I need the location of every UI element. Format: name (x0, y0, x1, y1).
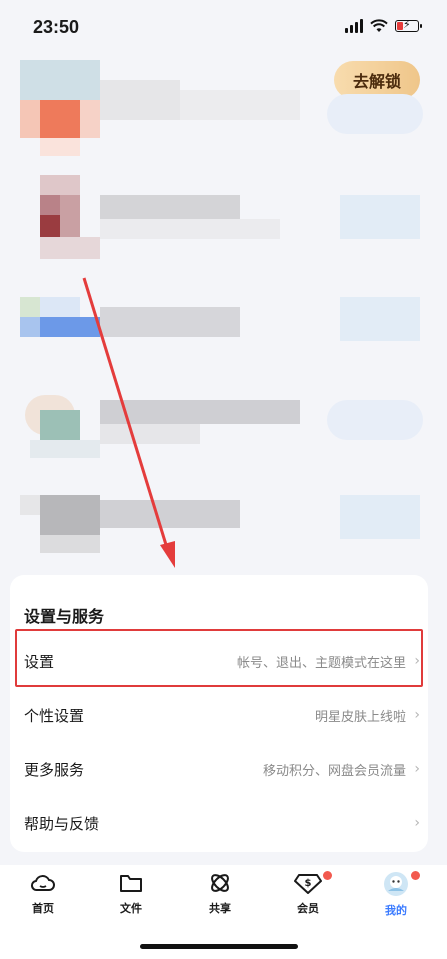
chevron-right-icon: › (414, 815, 420, 831)
menu-desc: 明星皮肤上线啦 (314, 709, 406, 725)
tab-label: 我的 (385, 904, 407, 917)
tab-label: 会员 (297, 902, 319, 915)
more-services-row[interactable]: 更多服务 移动积分、网盘会员流量 › (10, 743, 428, 795)
personalization-row[interactable]: 个性设置 明星皮肤上线啦 › (10, 689, 428, 741)
section-title: 设置与服务 (24, 607, 105, 626)
settings-services-card: 设置与服务 设置 帐号、退出、主题模式在这里 › 个性设置 明星皮肤上线啦 › … (10, 575, 428, 852)
share-icon (211, 874, 229, 892)
menu-label: 更多服务 (24, 760, 85, 779)
tab-home[interactable]: 首页 (13, 871, 73, 916)
vip-diamond-icon: $ (294, 874, 322, 894)
tab-vip[interactable]: $ 会员 (278, 871, 338, 916)
folder-icon (120, 875, 142, 892)
highlight-box (15, 629, 423, 687)
menu-desc: 移动积分、网盘会员流量 (262, 763, 406, 779)
tab-label: 文件 (120, 902, 142, 915)
avatar-icon (384, 872, 408, 896)
home-indicator (140, 944, 298, 949)
tab-label: 共享 (209, 902, 231, 915)
notification-badge (323, 871, 332, 880)
tab-share[interactable]: 共享 (190, 871, 250, 916)
chevron-right-icon: › (414, 707, 420, 723)
menu-label: 帮助与反馈 (24, 814, 100, 833)
svg-text:$: $ (305, 878, 312, 889)
tab-label: 首页 (32, 902, 54, 915)
tab-mine[interactable]: 我的 (366, 871, 426, 918)
chevron-right-icon: › (414, 761, 420, 777)
tab-files[interactable]: 文件 (101, 871, 161, 916)
menu-label: 个性设置 (24, 706, 85, 725)
help-feedback-row[interactable]: 帮助与反馈 › (10, 797, 428, 849)
cloud-icon (30, 875, 55, 891)
notification-badge (411, 871, 420, 880)
